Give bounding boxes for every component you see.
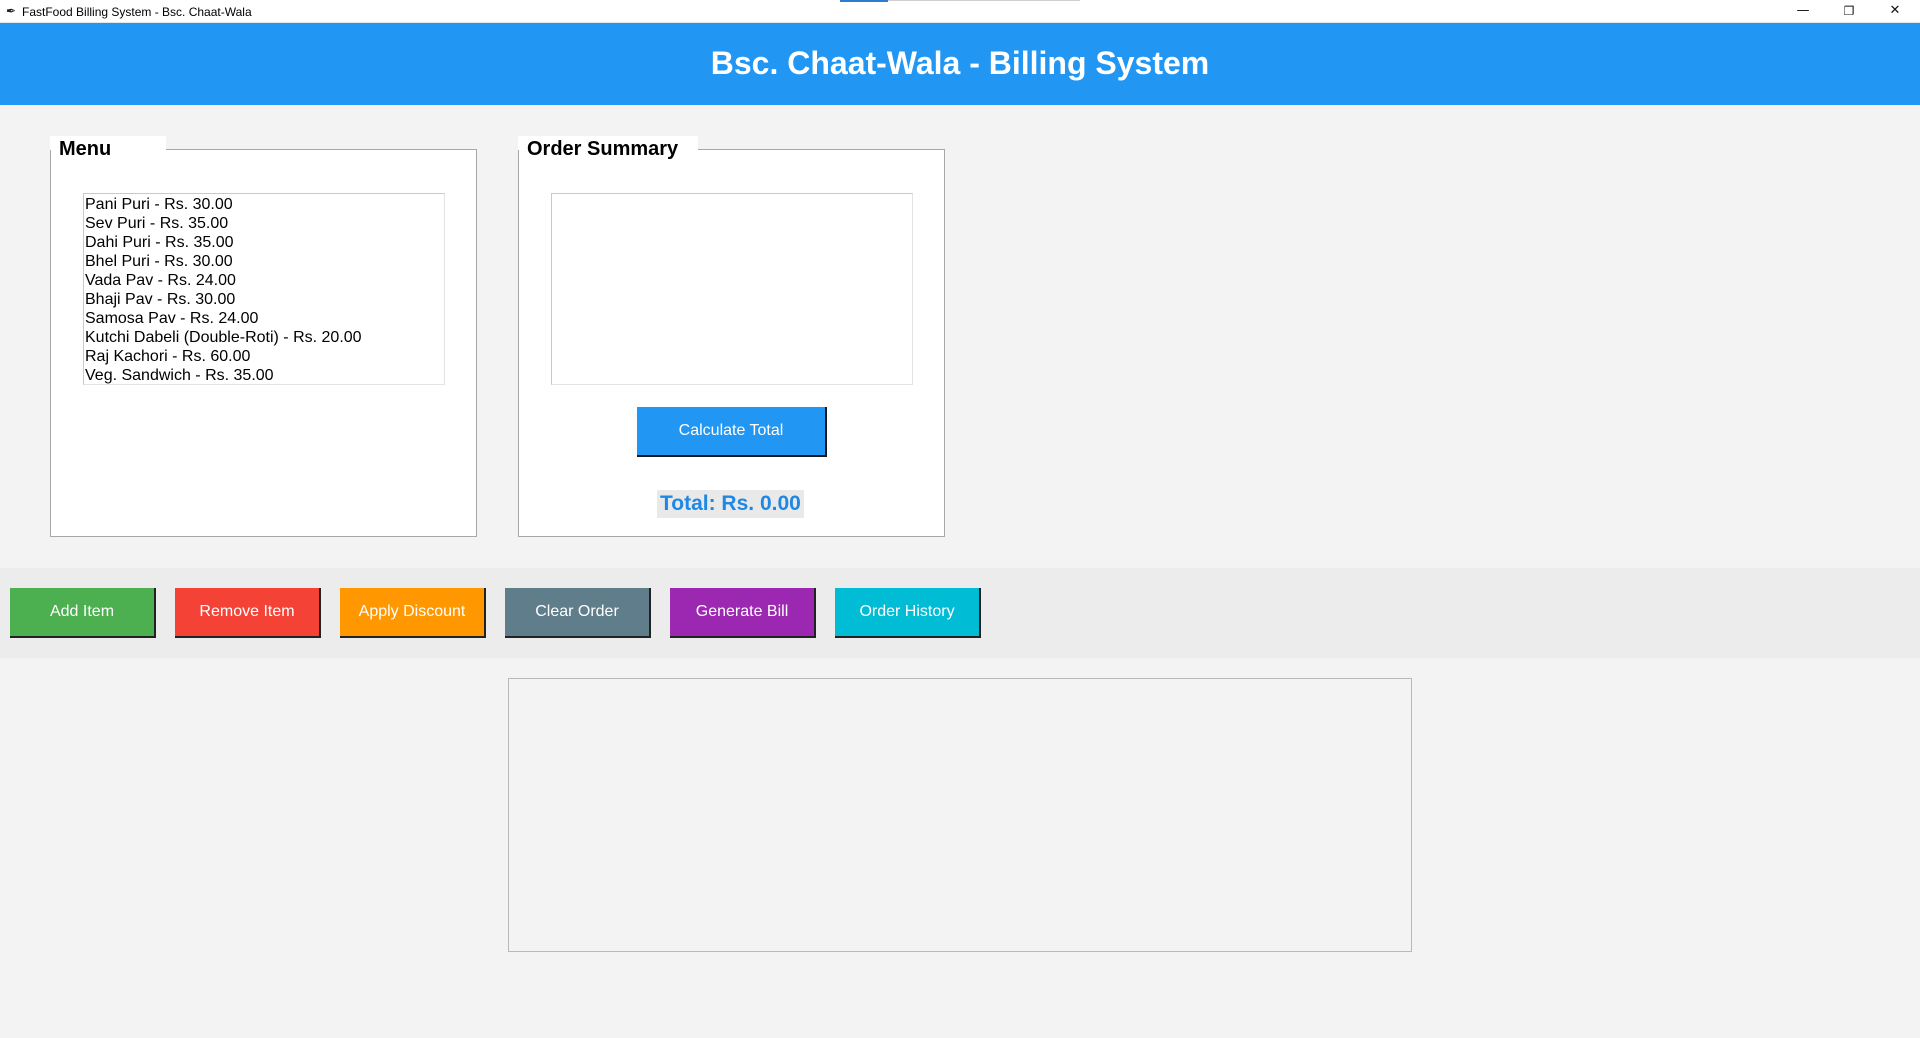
restore-button[interactable]: ❐ <box>1826 0 1872 22</box>
order-summary-panel: Order Summary Calculate Total Total: Rs.… <box>518 136 945 537</box>
menu-list-item[interactable]: Sev Puri - Rs. 35.00 <box>84 214 444 233</box>
window-title: FastFood Billing System - Bsc. Chaat-Wal… <box>22 5 252 19</box>
order-summary-label: Order Summary <box>525 137 681 161</box>
menu-list-item[interactable]: Kutchi Dabeli (Double-Roti) - Rs. 20.00 <box>84 328 444 347</box>
clear-order-button[interactable]: Clear Order <box>505 588 651 638</box>
titlebar-accent <box>840 0 888 2</box>
feather-icon: ✒ <box>5 4 17 18</box>
calculate-total-button[interactable]: Calculate Total <box>637 407 827 457</box>
menu-list-item[interactable]: Veg. Sandwich - Rs. 35.00 <box>84 366 444 385</box>
apply-discount-button[interactable]: Apply Discount <box>340 588 486 638</box>
generate-bill-button[interactable]: Generate Bill <box>670 588 816 638</box>
titlebar-divider <box>888 0 1080 1</box>
menu-panel: Menu Pani Puri - Rs. 30.00 Sev Puri - Rs.… <box>50 136 477 537</box>
menu-listbox[interactable]: Pani Puri - Rs. 30.00 Sev Puri - Rs. 35.0… <box>83 193 445 385</box>
minimize-button[interactable]: — <box>1780 0 1826 22</box>
total-label: Total: Rs. 0.00 <box>657 490 804 518</box>
header-banner: Bsc. Chaat-Wala - Billing System <box>0 23 1920 105</box>
menu-list-item[interactable]: Pani Puri - Rs. 30.00 <box>84 195 444 214</box>
add-item-button[interactable]: Add Item <box>10 588 156 638</box>
menu-list-item[interactable]: Bhaji Pav - Rs. 30.00 <box>84 290 444 309</box>
menu-list-item[interactable]: Samosa Pav - Rs. 24.00 <box>84 309 444 328</box>
menu-list-item[interactable]: Raj Kachori - Rs. 60.00 <box>84 347 444 366</box>
order-listbox[interactable] <box>551 193 913 385</box>
close-button[interactable]: ✕ <box>1872 0 1918 22</box>
bill-output-textarea[interactable] <box>508 678 1412 952</box>
menu-list-item[interactable]: Dahi Puri - Rs. 35.00 <box>84 233 444 252</box>
page-title: Bsc. Chaat-Wala - Billing System <box>710 45 1210 81</box>
action-toolbar: Add Item Remove Item Apply Discount Clea… <box>0 568 1920 658</box>
window-titlebar: ✒ FastFood Billing System - Bsc. Chaat-W… <box>0 0 1920 23</box>
order-history-button[interactable]: Order History <box>835 588 981 638</box>
menu-list-item[interactable]: Vada Pav - Rs. 24.00 <box>84 271 444 290</box>
remove-item-button[interactable]: Remove Item <box>175 588 321 638</box>
menu-list-item[interactable]: Bhel Puri - Rs. 30.00 <box>84 252 444 271</box>
menu-label: Menu <box>57 137 114 161</box>
